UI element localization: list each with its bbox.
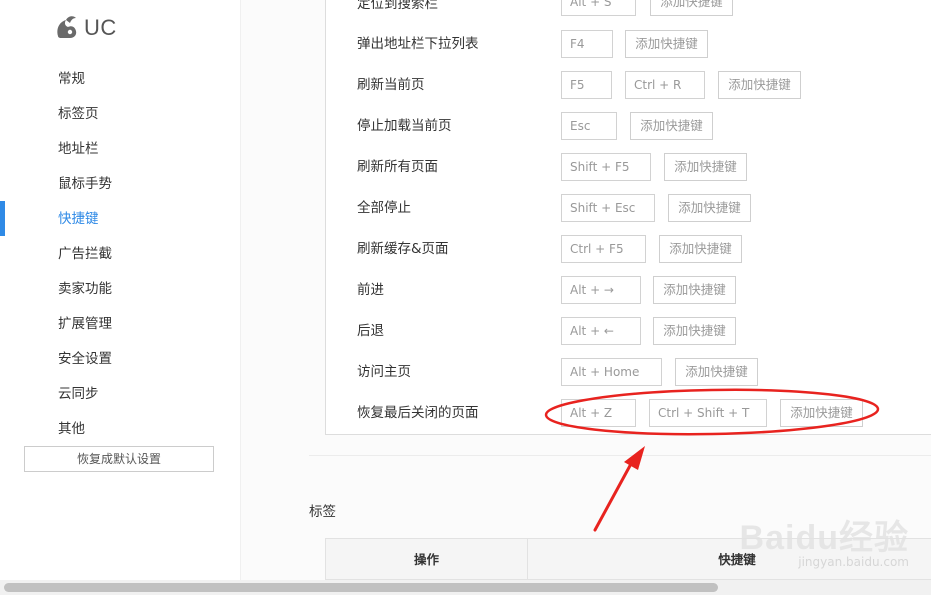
sidebar-item-mouse-gestures[interactable]: 鼠标手势 [58,174,112,194]
add-shortcut-button[interactable]: 添加快捷键 [664,153,747,181]
horizontal-scrollbar-thumb[interactable] [4,583,718,592]
uc-logo: UC [53,14,117,42]
shortcut-key[interactable]: Esc [561,112,617,140]
active-indicator [0,201,5,236]
sidebar-item-general[interactable]: 常规 [58,69,85,89]
shortcut-key[interactable]: Ctrl + F5 [561,235,646,263]
shortcut-label-refresh-current: 刷新当前页 [357,77,425,93]
shortcut-key[interactable]: Ctrl + Shift + T [649,399,767,427]
section-divider [309,455,931,456]
add-shortcut-button[interactable]: 添加快捷键 [650,0,733,16]
sidebar-item-extensions[interactable]: 扩展管理 [58,314,112,334]
add-shortcut-button[interactable]: 添加快捷键 [630,112,713,140]
add-shortcut-button[interactable]: 添加快捷键 [780,399,863,427]
shortcut-key[interactable]: F4 [561,30,613,58]
shortcut-label-reopen-closed: 恢复最后关闭的页面 [357,405,479,421]
shortcut-label-forward: 前进 [357,282,384,298]
sidebar-item-cloud-sync[interactable]: 云同步 [58,384,99,404]
shortcut-label-refresh-all: 刷新所有页面 [357,159,438,175]
settings-sidebar: UC 常规 标签页 地址栏 鼠标手势 快捷键 广告拦截 卖家功能 扩展管理 安全… [0,0,241,580]
shortcut-label-home: 访问主页 [357,364,411,380]
add-shortcut-button[interactable]: 添加快捷键 [675,358,758,386]
add-shortcut-button[interactable]: 添加快捷键 [625,30,708,58]
shortcuts-content: 定位到搜索栏 Alt + S 添加快捷键 弹出地址栏下拉列表 F4 添加快捷键 … [241,0,931,580]
shortcut-key[interactable]: Alt + Home [561,358,662,386]
baidu-watermark: Baidu经验 jingyan.baidu.com [740,510,909,569]
sidebar-item-security[interactable]: 安全设置 [58,349,112,369]
shortcut-label-stop-current: 停止加载当前页 [357,118,452,134]
uc-squirrel-icon [57,16,77,38]
shortcut-label-address-dropdown: 弹出地址栏下拉列表 [357,36,479,52]
sidebar-item-shortcuts[interactable]: 快捷键 [58,209,99,229]
shortcut-key[interactable]: Alt + ← [561,317,641,345]
shortcut-key[interactable]: F5 [561,71,612,99]
sidebar-item-other[interactable]: 其他 [58,419,85,439]
shortcut-key[interactable]: Alt + Z [561,399,636,427]
shortcut-key[interactable]: Shift + F5 [561,153,651,181]
shortcut-key[interactable]: Alt + → [561,276,641,304]
shortcut-label-focus-search: 定位到搜索栏 [357,0,438,12]
sidebar-item-tabs[interactable]: 标签页 [58,104,99,124]
watermark-logo: Baidu经验 [739,519,909,557]
shortcut-key[interactable]: Shift + Esc [561,194,655,222]
shortcut-label-hard-refresh: 刷新缓存&页面 [357,241,449,257]
add-shortcut-button[interactable]: 添加快捷键 [653,276,736,304]
shortcut-label-back: 后退 [357,323,384,339]
tabs-section-title: 标签 [309,504,336,520]
add-shortcut-button[interactable]: 添加快捷键 [718,71,801,99]
add-shortcut-button[interactable]: 添加快捷键 [653,317,736,345]
sidebar-item-seller[interactable]: 卖家功能 [58,279,112,299]
column-header-action: 操作 [413,552,439,567]
shortcut-key[interactable]: Ctrl + R [625,71,705,99]
shortcut-key[interactable]: Alt + S [561,0,636,16]
add-shortcut-button[interactable]: 添加快捷键 [659,235,742,263]
shortcut-label-stop-all: 全部停止 [357,200,411,216]
sidebar-item-address-bar[interactable]: 地址栏 [58,139,99,159]
sidebar-item-ad-block[interactable]: 广告拦截 [58,244,112,264]
restore-defaults-button[interactable]: 恢复成默认设置 [24,446,214,472]
logo-text: UC [84,15,117,40]
add-shortcut-button[interactable]: 添加快捷键 [668,194,751,222]
